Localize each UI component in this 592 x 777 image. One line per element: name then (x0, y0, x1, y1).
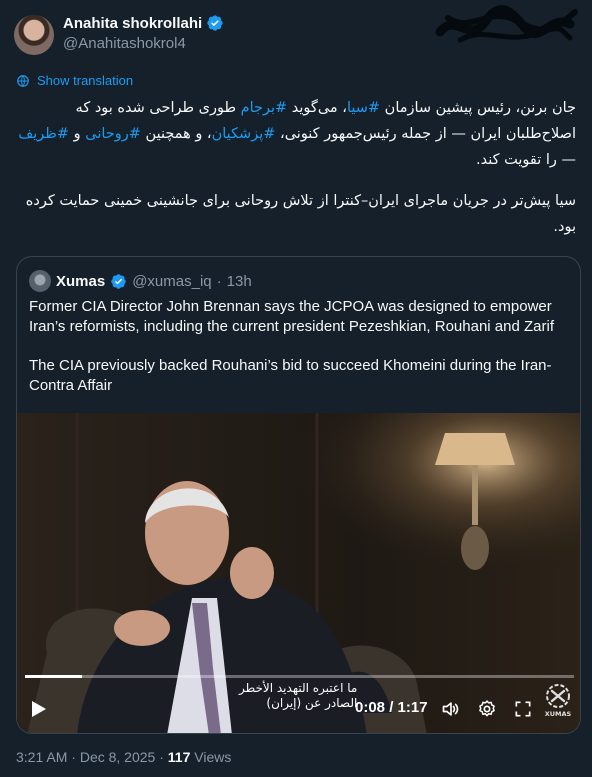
quoted-handle[interactable]: @xumas_iq (132, 273, 211, 290)
quoted-tweet-header: Xumas @xumas_iq · 13h (29, 270, 252, 292)
show-translation-link[interactable]: Show translation (16, 73, 133, 88)
watermark-label: XUMAS (545, 710, 572, 718)
quoted-timestamp[interactable]: 13h (227, 273, 252, 290)
tweet-text-segment: ، و همچنین (140, 126, 212, 142)
verified-badge-icon (207, 15, 223, 31)
tweet-text: جان برنن، رئیس پیشین سازمان #سیا، می‌گوی… (16, 95, 576, 255)
quoted-tweet-text: Former CIA Director John Brennan says th… (29, 297, 574, 415)
subtitle-line-1: ما اعتبره التهديد الأخطر (239, 681, 358, 695)
tweet-text-segment: و (69, 126, 86, 142)
hashtag-rouhani[interactable]: #روحانی (85, 126, 141, 142)
tweet-text-segment: — را تقویت کند. (476, 152, 576, 168)
separator-dot: · (216, 272, 222, 290)
video-progress-bar[interactable] (25, 675, 574, 678)
quoted-display-name[interactable]: Xumas (56, 273, 105, 290)
tweet-text-segment: ، می‌گوید (287, 100, 347, 116)
display-name-row: Anahita shokrollahi (63, 14, 224, 32)
hashtag-zarif[interactable]: #ظریف (18, 126, 69, 142)
video-progress-fill (25, 675, 83, 678)
video-timestamp: 0:08 / 1:17 (355, 699, 428, 716)
tweet-footer: 3:21 AM · Dec 8, 2025 · 117 Views (16, 749, 231, 765)
separator-dot: · (155, 749, 168, 765)
translate-icon (17, 74, 29, 87)
avatar[interactable] (14, 15, 54, 55)
separator-dot: · (67, 749, 80, 765)
xumas-watermark-logo: XUMAS (545, 684, 572, 718)
tweet-paragraph-1: جان برنن، رئیس پیشین سازمان #سیا، می‌گوی… (16, 95, 576, 173)
quoted-paragraph-2: The CIA previously backed Rouhani’s bid … (29, 357, 552, 394)
verified-badge-icon (111, 273, 126, 289)
views-count: 117 (167, 749, 191, 765)
views-label: Views (190, 749, 232, 765)
quoted-paragraph-1: Former CIA Director John Brennan says th… (29, 298, 554, 335)
quoted-tweet[interactable]: Xumas @xumas_iq · 13h Former CIA Directo… (16, 256, 581, 734)
show-translation-label: Show translation (37, 73, 134, 88)
settings-gear-icon[interactable] (477, 699, 497, 719)
handle[interactable]: @Anahitashokrol4 (63, 35, 224, 52)
author-names: Anahita shokrollahi @Anahitashokrol4 (63, 14, 224, 52)
tweet-paragraph-2: سیا پیش‌تر در جریان ماجرای ایران–کنترا ا… (25, 193, 576, 235)
redaction-scribble (435, 5, 578, 43)
tweet-text-segment: جان برنن، رئیس پیشین سازمان (380, 100, 576, 116)
post-time[interactable]: 3:21 AM (16, 749, 67, 765)
video-subtitles: ما اعتبره التهديد الأخطر الصادر عن (إيرا… (239, 681, 357, 711)
hashtag-barjam[interactable]: #برجام (241, 100, 288, 116)
play-icon[interactable] (31, 700, 47, 718)
fullscreen-icon[interactable] (513, 699, 533, 719)
display-name[interactable]: Anahita shokrollahi (63, 15, 202, 32)
hashtag-pezeshkian[interactable]: #پزشکیان (212, 126, 276, 142)
subtitle-line-2: الصادر عن (إيران) (266, 696, 358, 710)
post-date[interactable]: Dec 8, 2025 (80, 749, 156, 765)
hashtag-sia[interactable]: #سیا (347, 100, 380, 116)
quoted-avatar[interactable] (29, 270, 51, 292)
video-player[interactable]: ما اعتبره التهديد الأخطر الصادر عن (إيرا… (17, 413, 580, 733)
volume-icon[interactable] (441, 699, 461, 719)
